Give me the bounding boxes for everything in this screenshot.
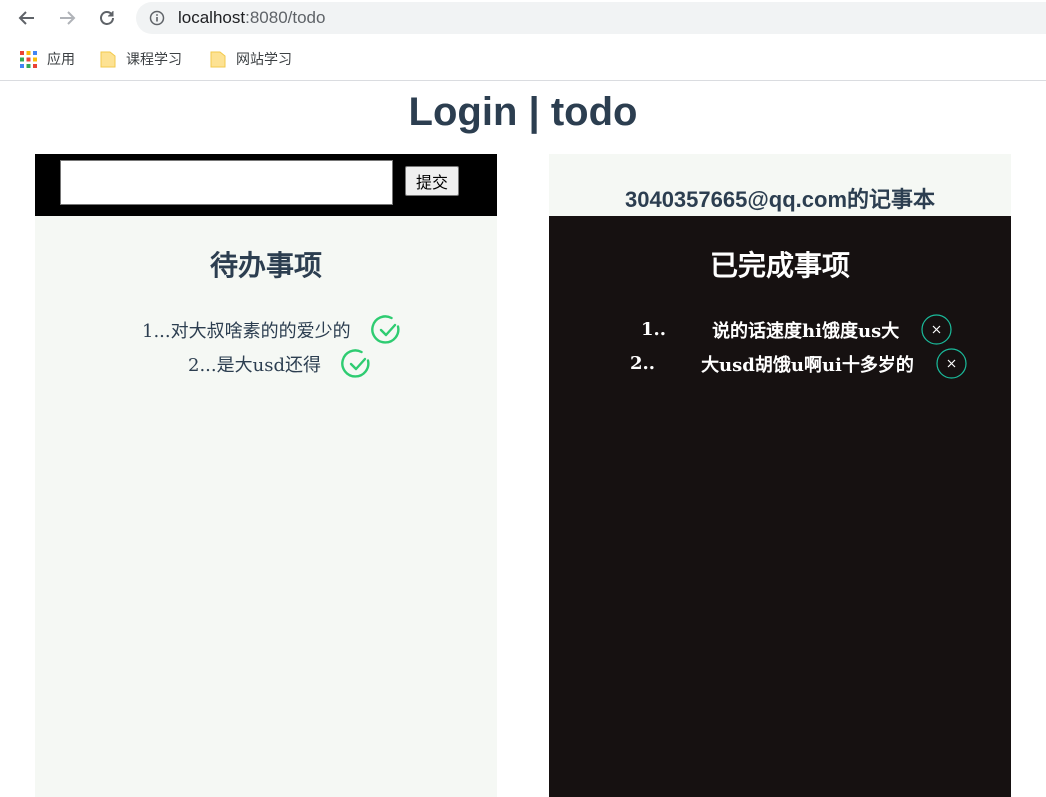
check-circle-icon[interactable] xyxy=(341,348,373,380)
done-item: 2.. 大usd胡饿u啊ui十多岁的 xyxy=(630,348,967,379)
todo-input-bar: 提交 xyxy=(35,154,497,216)
notebook-header: 3040357665@qq.com的记事本 xyxy=(549,154,1011,216)
notebook-title: 3040357665@qq.com的记事本 xyxy=(624,187,936,212)
bookmark-website[interactable]: 网站学习 xyxy=(210,49,292,69)
toolbar-divider xyxy=(0,80,1046,81)
todo-item: 1...对大叔啥素的的爱少的 xyxy=(142,314,403,346)
todo-item-text: 2...是大usd还得 xyxy=(188,355,321,376)
apps-grid-icon xyxy=(20,50,37,68)
url-path: :8080/todo xyxy=(245,8,326,27)
url-host: localhost xyxy=(178,8,246,27)
close-circle-icon[interactable] xyxy=(936,348,967,379)
todo-section-title: 待办事项 xyxy=(209,249,322,282)
done-section-title: 已完成事项 xyxy=(709,249,850,282)
bookmarks-bar: 应用 课程学习 网站学习 xyxy=(0,40,1046,81)
done-item-number: 1.. xyxy=(641,319,667,340)
done-panel: 3040357665@qq.com的记事本 已完成事项 1.. 说的话速度hi饿… xyxy=(549,154,1011,797)
todo-item: 2...是大usd还得 xyxy=(188,348,373,380)
bookmark-label: 网站学习 xyxy=(236,51,292,67)
done-item-number: 2.. xyxy=(630,353,656,374)
check-circle-icon[interactable] xyxy=(370,314,403,346)
page-title: Login | todo xyxy=(408,90,638,134)
done-item-text: 说的话速度hi饿度us大 xyxy=(712,320,900,342)
back-arrow-icon[interactable] xyxy=(15,6,39,30)
submit-button[interactable]: 提交 xyxy=(405,166,459,196)
close-circle-icon[interactable] xyxy=(921,314,952,345)
bookmark-label: 应用 xyxy=(47,51,75,67)
forward-arrow-icon[interactable] xyxy=(55,6,79,30)
url-text: localhost:8080/todo xyxy=(178,8,325,28)
browser-toolbar: localhost:8080/todo xyxy=(0,0,1046,36)
bookmark-apps[interactable]: 应用 xyxy=(20,49,75,69)
folder-icon xyxy=(100,50,116,68)
bookmark-label: 课程学习 xyxy=(126,51,182,67)
todo-item-text: 1...对大叔啥素的的爱少的 xyxy=(142,321,351,342)
done-item: 1.. 说的话速度hi饿度us大 xyxy=(641,314,952,345)
address-bar[interactable]: localhost:8080/todo xyxy=(136,2,1046,34)
reload-icon[interactable] xyxy=(95,6,119,30)
todo-input[interactable] xyxy=(60,160,393,205)
done-item-text: 大usd胡饿u啊ui十多岁的 xyxy=(701,354,914,376)
bookmark-course[interactable]: 课程学习 xyxy=(100,49,182,69)
folder-icon xyxy=(210,50,226,68)
todo-panel: 提交 待办事项 1...对大叔啥素的的爱少的 2...是大usd还得 xyxy=(35,154,497,797)
info-icon[interactable] xyxy=(149,10,165,26)
